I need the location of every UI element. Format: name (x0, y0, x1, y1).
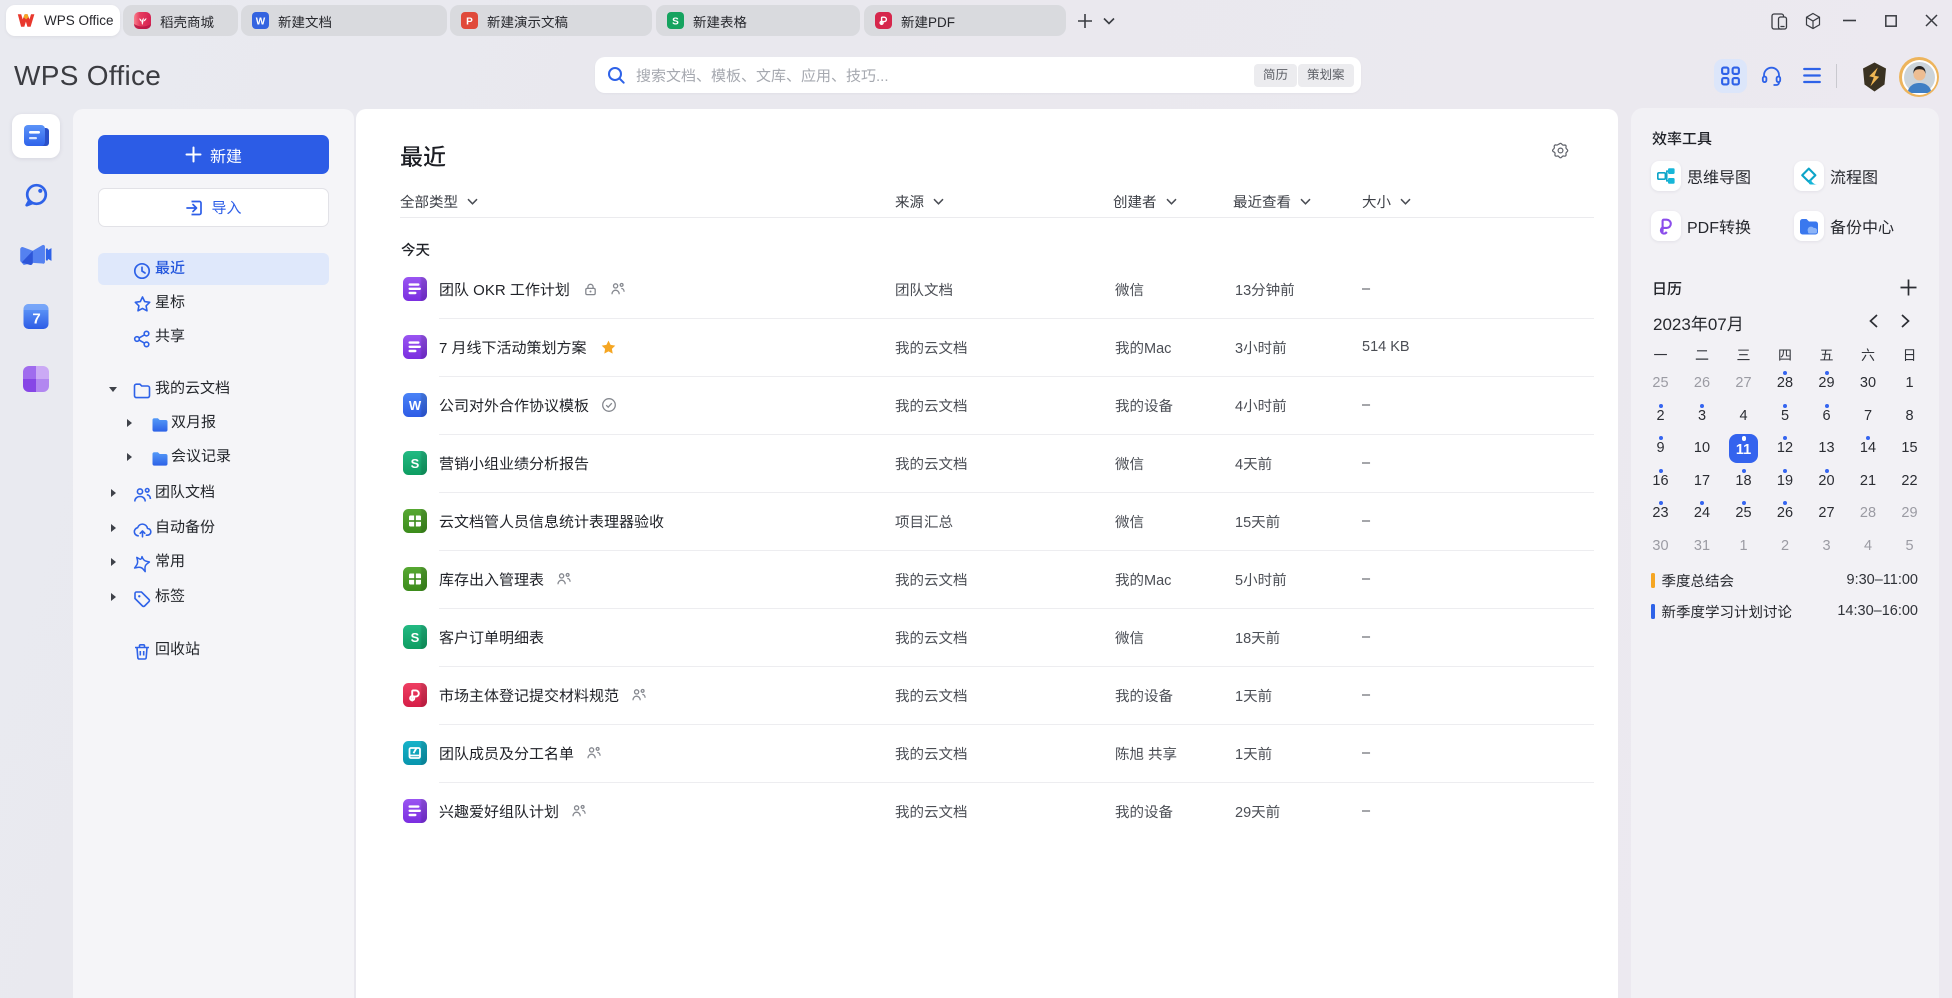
svg-text:S: S (411, 456, 420, 471)
svg-text:W: W (256, 17, 266, 28)
svg-text:P: P (466, 17, 473, 28)
svg-text:S: S (672, 17, 679, 28)
svg-text:S: S (411, 630, 420, 645)
svg-text:7: 7 (32, 311, 40, 328)
svg-text:W: W (409, 398, 422, 413)
